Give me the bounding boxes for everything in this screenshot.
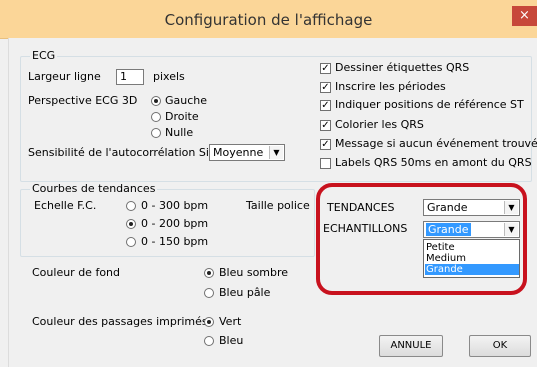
hr-option-200: 0 - 200 bpm <box>141 217 209 230</box>
highlight-annotation <box>316 183 527 295</box>
close-icon: × <box>519 8 530 23</box>
hr-option-300: 0 - 300 bpm <box>141 199 209 212</box>
ok-button[interactable]: OK <box>469 335 531 357</box>
perspective-option-droite: Droite <box>165 110 199 123</box>
background-color-label: Couleur de fond <box>32 266 120 279</box>
checkbox-qrs-50ms[interactable] <box>320 158 331 169</box>
checkbox-label-qrs-50ms: Labels QRS 50ms en amont du QRS <box>335 156 532 169</box>
hr-option-150: 0 - 150 bpm <box>141 235 209 248</box>
checkbox-label-no-event-message: Message si aucun événement trouvé <box>335 137 537 150</box>
cancel-button[interactable]: ANNULE <box>379 335 443 357</box>
checkbox-label-periods: Inscrire les périodes <box>335 80 446 93</box>
hr-scale-label: Echelle F.C. <box>34 199 97 212</box>
checkbox-periods[interactable]: ✓ <box>320 82 331 93</box>
printed-radio-green[interactable] <box>204 317 214 327</box>
background-option-dark-blue: Bleu sombre <box>219 266 289 279</box>
line-width-input[interactable]: 1 <box>116 69 144 85</box>
background-option-light-blue: Bleu pâle <box>219 286 271 299</box>
checkbox-no-event-message[interactable]: ✓ <box>320 139 331 150</box>
trends-legend: Courbes de tendances <box>30 182 158 195</box>
printed-option-green: Vert <box>219 315 242 328</box>
title-bar: Configuration de l'affichage × <box>0 0 537 39</box>
checkbox-label-qrs-labels: Dessiner étiquettes QRS <box>335 61 470 74</box>
checkbox-label-color-qrs: Colorier les QRS <box>335 118 424 131</box>
hr-radio-200[interactable] <box>126 219 136 229</box>
perspective-option-nulle: Nulle <box>165 126 194 139</box>
hr-radio-150[interactable] <box>126 237 136 247</box>
sigma-label: Sensibilité de l'autocorrélation Sigma <box>28 146 234 159</box>
perspective-radio-gauche[interactable] <box>151 96 161 106</box>
line-width-unit: pixels <box>153 70 185 83</box>
sigma-value: Moyenne <box>213 146 264 159</box>
checkbox-st-reference[interactable]: ✓ <box>320 100 331 111</box>
printed-radio-blue[interactable] <box>204 336 214 346</box>
perspective-radio-nulle[interactable] <box>151 128 161 138</box>
sigma-select[interactable]: Moyenne ▼ <box>209 144 285 161</box>
perspective-label: Perspective ECG 3D <box>28 94 138 107</box>
chevron-down-icon: ▼ <box>269 146 283 159</box>
window-title: Configuration de l'affichage <box>164 11 373 29</box>
line-width-label: Largeur ligne <box>28 70 101 83</box>
ecg-legend: ECG <box>30 49 58 62</box>
font-size-label: Taille police <box>246 199 310 212</box>
printed-option-blue: Bleu <box>219 334 244 347</box>
background-radio-dark-blue[interactable] <box>204 268 214 278</box>
background-radio-light-blue[interactable] <box>204 288 214 298</box>
printed-color-label: Couleur des passages imprimés <box>32 315 208 328</box>
perspective-option-gauche: Gauche <box>165 94 208 107</box>
checkbox-label-st-reference: Indiquer positions de référence ST <box>335 98 524 111</box>
perspective-radio-droite[interactable] <box>151 112 161 122</box>
hr-radio-300[interactable] <box>126 201 136 211</box>
checkbox-color-qrs[interactable]: ✓ <box>320 120 331 131</box>
close-button[interactable]: × <box>512 6 537 26</box>
checkbox-qrs-labels[interactable]: ✓ <box>320 63 331 74</box>
